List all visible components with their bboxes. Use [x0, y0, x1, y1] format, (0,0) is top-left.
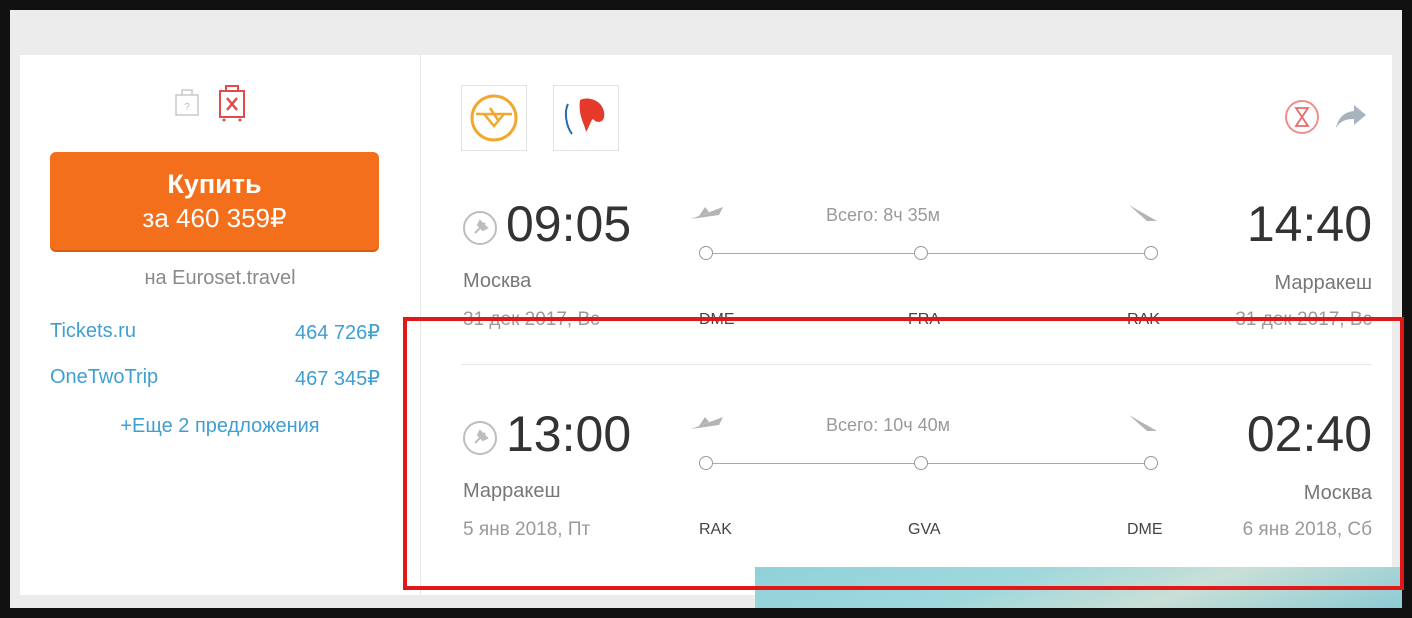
buy-button-price: за 460 359₽	[142, 203, 287, 233]
landing-icon	[1129, 205, 1157, 223]
takeoff-icon	[691, 207, 723, 219]
airport-code: RAK	[1127, 311, 1160, 328]
lufthansa-logo	[461, 85, 527, 151]
offer-price[interactable]: 464 726₽	[295, 320, 380, 345]
offer-price[interactable]: 467 345₽	[295, 366, 380, 391]
arrive-date: 31 дек 2017, Вс	[1235, 309, 1372, 330]
no-luggage-icon	[219, 85, 245, 122]
airport-code: DME	[1127, 521, 1163, 538]
agency-label: на Euroset.travel	[144, 267, 296, 289]
route-node	[914, 246, 928, 260]
buy-button-label: Купить	[167, 169, 262, 199]
background-photo	[755, 567, 1402, 608]
itinerary-panel: 09:05 Москва 31 дек 2017, Вс Всего: 8ч 3…	[421, 55, 1392, 595]
offer-name[interactable]: Tickets.ru	[50, 320, 136, 343]
card-actions	[1262, 97, 1372, 137]
price-panel: ? Купить за 460 359₽ на Euroset.travel T…	[20, 55, 421, 595]
share-icon[interactable]	[1334, 101, 1368, 131]
arrive-city: Марракеш	[1274, 272, 1372, 294]
total-duration: Всего: 8ч 35м	[826, 205, 940, 225]
route-line	[706, 463, 1156, 464]
route-node	[699, 456, 713, 470]
airline-logo	[553, 85, 619, 151]
outbound-segment: 09:05 Москва 31 дек 2017, Вс Всего: 8ч 3…	[421, 195, 1392, 335]
arrive-date: 6 янв 2018, Сб	[1242, 519, 1372, 540]
depart-city: Марракеш	[463, 480, 561, 502]
route-line	[706, 253, 1156, 254]
inbound-segment: 13:00 Марракеш 5 янв 2018, Пт Всего: 10ч…	[421, 405, 1392, 545]
depart-time: 13:00	[506, 406, 632, 462]
airport-code: FRA	[908, 311, 940, 328]
total-duration: Всего: 10ч 40м	[826, 415, 950, 435]
pin-icon[interactable]	[463, 211, 497, 245]
arrive-time: 14:40	[1246, 196, 1372, 252]
page-frame: ? Купить за 460 359₽ на Euroset.travel T…	[0, 0, 1412, 618]
route-node	[699, 246, 713, 260]
more-offers-link[interactable]: +Еще 2 предложения	[20, 415, 420, 438]
depart-time: 09:05	[506, 196, 632, 252]
offer-name[interactable]: OneTwoTrip	[50, 366, 158, 389]
svg-text:?: ?	[184, 102, 190, 113]
buy-button[interactable]: Купить за 460 359₽	[50, 152, 379, 250]
hourglass-icon[interactable]	[1282, 97, 1322, 137]
depart-date: 5 янв 2018, Пт	[463, 519, 591, 540]
landing-icon	[1129, 415, 1157, 433]
airport-code: RAK	[699, 521, 732, 538]
airport-code: DME	[699, 311, 735, 328]
depart-date: 31 дек 2017, Вс	[463, 309, 600, 330]
arrive-city: Москва	[1303, 482, 1372, 504]
segment-divider	[461, 364, 1372, 365]
airport-code: GVA	[908, 521, 941, 538]
ticket-card: ? Купить за 460 359₽ на Euroset.travel T…	[20, 55, 1392, 595]
route-node	[1144, 246, 1158, 260]
pin-icon[interactable]	[463, 421, 497, 455]
arrive-time: 02:40	[1246, 406, 1372, 462]
depart-city: Москва	[463, 270, 532, 292]
route-node	[914, 456, 928, 470]
baggage-info: ?	[168, 83, 258, 123]
route-node	[1144, 456, 1158, 470]
takeoff-icon	[691, 417, 723, 429]
